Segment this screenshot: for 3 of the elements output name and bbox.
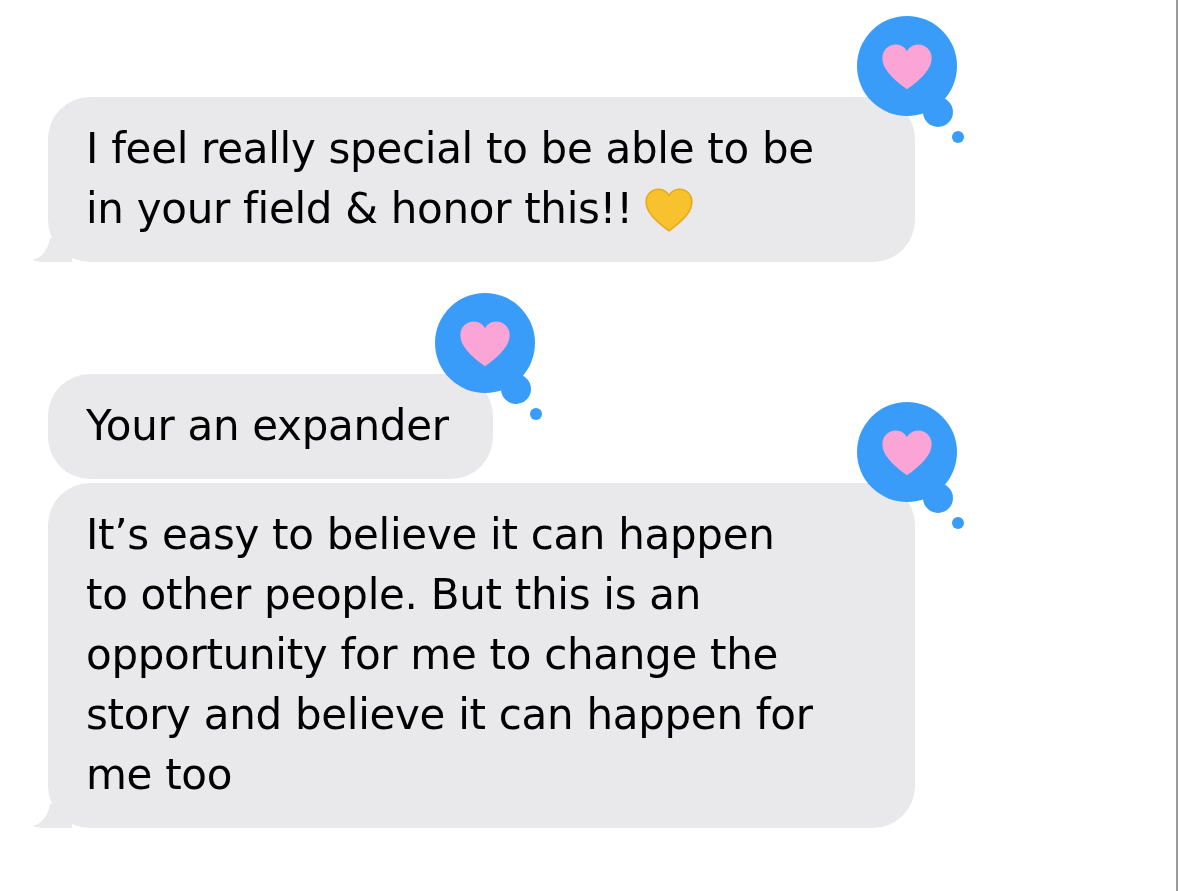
message-text: I feel really special to be able to be in your field & honor this!! — [86, 124, 814, 233]
message-text: Your an expander — [86, 401, 449, 450]
message-text: It’s easy to believe it can happen to other people. But this is an opportunity for me to change the story and believe it can happen for me too — [86, 510, 813, 799]
